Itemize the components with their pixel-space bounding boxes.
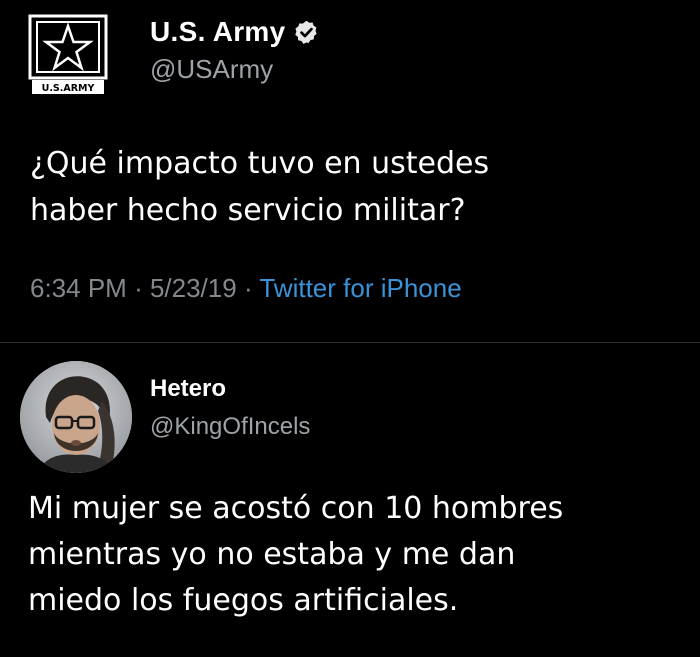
author-name[interactable]: U.S. Army — [150, 16, 320, 48]
author-name-label: U.S. Army — [150, 16, 286, 47]
avatar[interactable] — [20, 361, 132, 473]
reply-text-line: Mi mujer se acostó con 10 hombres — [28, 491, 564, 526]
meta-separator: · — [243, 273, 260, 303]
reply-text-line: mientras yo no estaba y me dan — [28, 537, 516, 572]
reply-text-line: miedo los fuegos artificiales. — [28, 583, 459, 618]
tweet-text-line: haber hecho servicio militar? — [30, 193, 466, 228]
tweet-reply[interactable]: Hetero @KingOfIncels Mi mujer se acostó … — [0, 343, 700, 657]
reply-text: Mi mujer se acostó con 10 hombres mientr… — [28, 486, 688, 624]
tweet-text: ¿Qué impacto tuvo en ustedes haber hecho… — [30, 140, 670, 234]
verified-badge-icon — [293, 19, 320, 46]
tweet-time[interactable]: 6:34 PM — [30, 273, 127, 303]
meta-separator: · — [134, 273, 150, 303]
army-star-icon: U.S.ARMY — [28, 14, 108, 94]
tweet-source-link[interactable]: Twitter for iPhone — [259, 273, 461, 303]
profile-photo-icon — [20, 361, 132, 473]
army-logo-avatar[interactable]: U.S.ARMY — [26, 12, 114, 96]
author-handle[interactable]: @USArmy — [150, 54, 273, 85]
tweet-text-line: ¿Qué impacto tuvo en ustedes — [30, 146, 490, 181]
tweet-metadata: 6:34 PM · 5/23/19 · Twitter for iPhone — [30, 273, 462, 304]
army-logo-caption: U.S.ARMY — [42, 83, 95, 94]
tweet-date[interactable]: 5/23/19 — [150, 273, 237, 303]
reply-author-name[interactable]: Hetero — [150, 375, 226, 403]
reply-author-handle[interactable]: @KingOfIncels — [150, 413, 310, 441]
tweet-main[interactable]: U.S.ARMY U.S. Army @USArmy ¿Qué impacto … — [0, 0, 700, 343]
